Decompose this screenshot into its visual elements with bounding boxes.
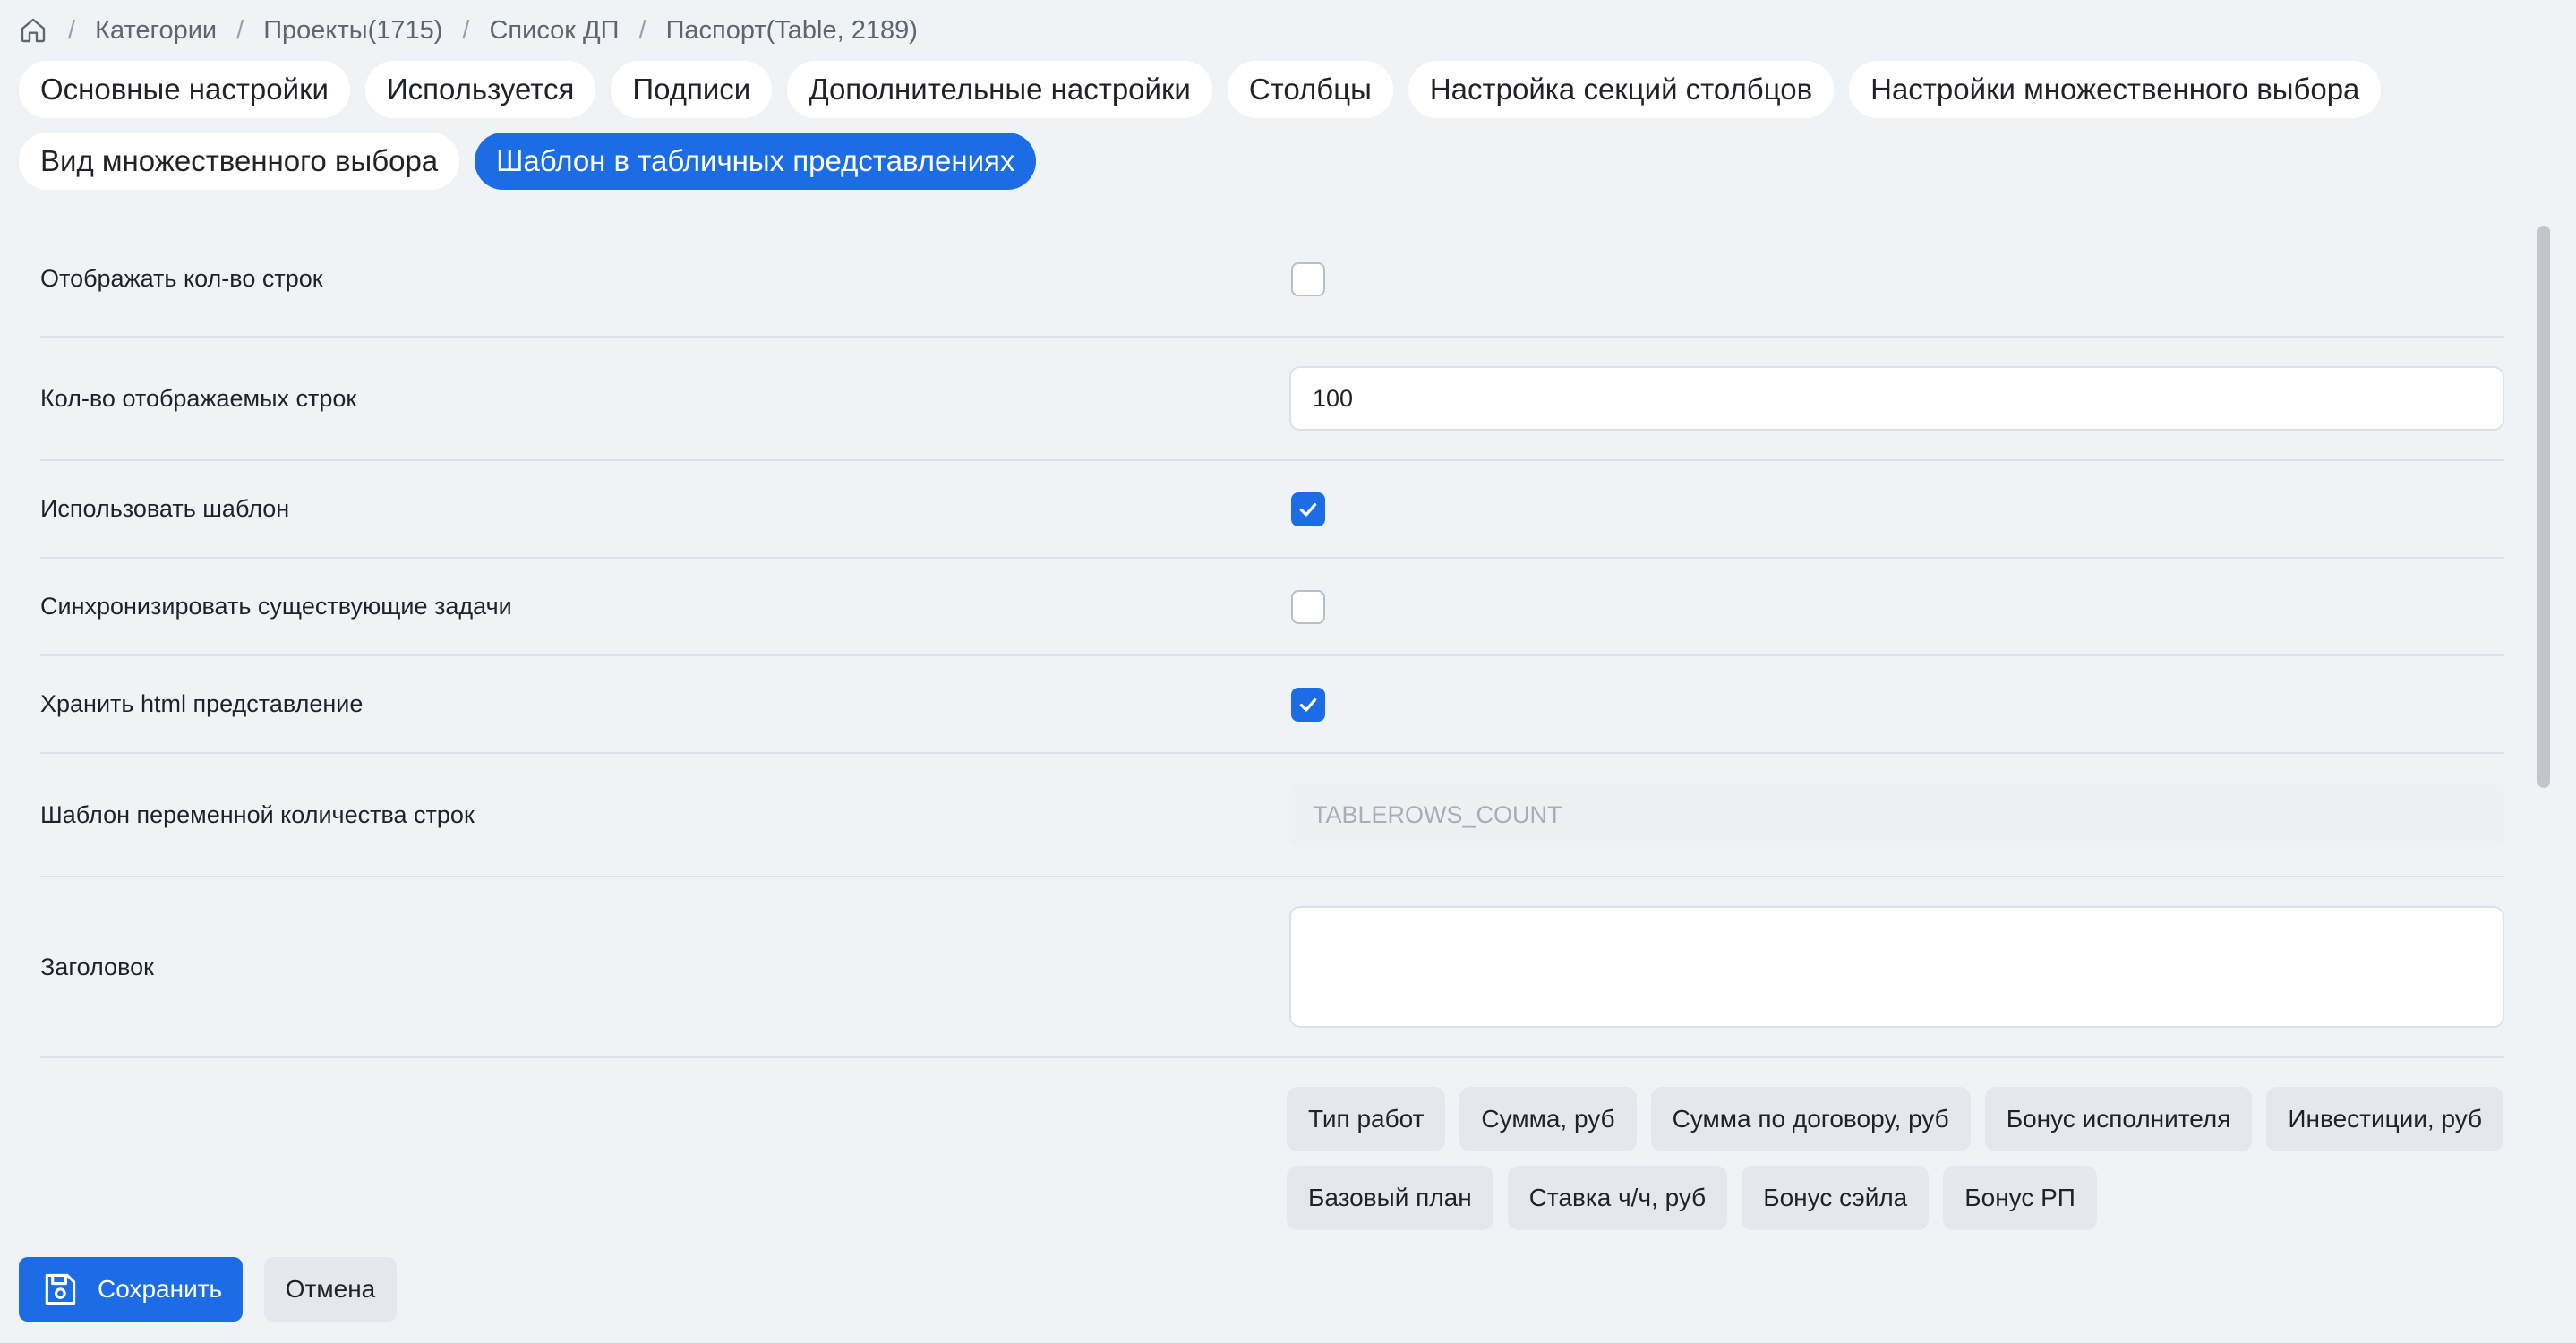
variable-chip[interactable]: Бонус исполнителя — [1984, 1087, 2253, 1151]
rows-displayed-label: Кол-во отображаемых строк — [40, 384, 357, 412]
tab-additional-settings[interactable]: Дополнительные настройки — [787, 61, 1212, 118]
store-html-checkbox[interactable] — [1291, 687, 1325, 722]
header-label: Заголовок — [40, 953, 154, 980]
tab-table-template[interactable]: Шаблон в табличных представлениях — [475, 133, 1037, 190]
breadcrumb-categories[interactable]: Категории — [95, 16, 217, 46]
breadcrumb-separator: / — [462, 15, 470, 45]
save-button-label: Сохранить — [98, 1275, 223, 1303]
row-variables: Тип работ Сумма, руб Сумма по договору, … — [40, 1058, 2504, 1230]
page: / Категории / Проекты(1715) / Список ДП … — [0, 0, 2576, 1343]
variable-chip[interactable]: Тип работ — [1287, 1087, 1446, 1151]
variable-chip[interactable]: Сумма, руб — [1459, 1087, 1637, 1151]
tab-multiselect-settings[interactable]: Настройки множественного выбора — [1849, 61, 2382, 118]
variable-chip[interactable]: Сумма по договору, руб — [1650, 1087, 1971, 1151]
tab-columns[interactable]: Столбцы — [1227, 61, 1393, 118]
show-row-count-checkbox[interactable] — [1291, 261, 1325, 296]
row-count-var-label: Шаблон переменной количества строк — [40, 800, 475, 828]
variable-chip[interactable]: Бонус РП — [1943, 1166, 2097, 1230]
tab-multiselect-view[interactable]: Вид множественного выбора — [19, 133, 460, 190]
row-count-var-input: TABLEROWS_COUNT — [1289, 783, 2504, 847]
store-html-label: Хранить html представление — [40, 690, 364, 717]
breadcrumb-separator: / — [236, 15, 244, 45]
breadcrumb-passport: Паспорт(Table, 2189) — [665, 15, 918, 45]
scrollbar-thumb[interactable] — [2537, 226, 2550, 788]
breadcrumb-separator: / — [638, 15, 646, 45]
breadcrumb-separator: / — [68, 15, 76, 45]
template-settings-form: Отображать кол-во строк Кол-во отображае… — [40, 222, 2504, 1230]
row-use-template: Использовать шаблон — [40, 461, 2504, 559]
checkmark-icon — [1299, 697, 1317, 712]
tab-used[interactable]: Используется — [364, 61, 596, 118]
row-header: Заголовок — [40, 877, 2504, 1058]
breadcrumb: / Категории / Проекты(1715) / Список ДП … — [18, 13, 918, 48]
sync-tasks-label: Синхронизировать существующие задачи — [40, 593, 512, 620]
sync-tasks-checkbox[interactable] — [1291, 589, 1325, 624]
home-icon[interactable] — [18, 15, 48, 46]
template-variable-chips: Тип работ Сумма, руб Сумма по договору, … — [1287, 1087, 2504, 1230]
row-show-row-count: Отображать кол-во строк — [40, 222, 2504, 338]
variable-chip[interactable]: Бонус сэйла — [1742, 1166, 1930, 1230]
settings-tabs: Основные настройки Используется Подписи … — [19, 61, 2526, 190]
variable-chip[interactable]: Ставка ч/ч, руб — [1507, 1166, 1728, 1230]
row-sync-tasks: Синхронизировать существующие задачи — [40, 559, 2504, 656]
variable-chip[interactable]: Базовый план — [1287, 1166, 1493, 1230]
floppy-disk-icon — [40, 1270, 80, 1309]
show-row-count-label: Отображать кол-во строк — [40, 265, 323, 292]
tab-captions[interactable]: Подписи — [611, 61, 773, 118]
header-textarea[interactable] — [1289, 906, 2504, 1028]
checkmark-icon — [1299, 502, 1317, 517]
breadcrumb-dp-list[interactable]: Список ДП — [489, 16, 619, 46]
rows-displayed-input[interactable]: 100 — [1289, 366, 2504, 431]
cancel-button[interactable]: Отмена — [264, 1257, 397, 1322]
tab-basic-settings[interactable]: Основные настройки — [19, 61, 350, 118]
tab-column-sections[interactable]: Настройка секций столбцов — [1408, 61, 1835, 118]
row-rows-displayed: Кол-во отображаемых строк 100 — [40, 338, 2504, 461]
row-store-html: Хранить html представление — [40, 656, 2504, 754]
breadcrumb-projects[interactable]: Проекты(1715) — [263, 16, 442, 46]
save-button[interactable]: Сохранить — [19, 1257, 243, 1322]
use-template-label: Использовать шаблон — [40, 495, 290, 522]
row-row-count-var: Шаблон переменной количества строк TABLE… — [40, 754, 2504, 877]
variable-chip[interactable]: Инвестиции, руб — [2266, 1087, 2504, 1151]
use-template-checkbox[interactable] — [1291, 492, 1325, 526]
